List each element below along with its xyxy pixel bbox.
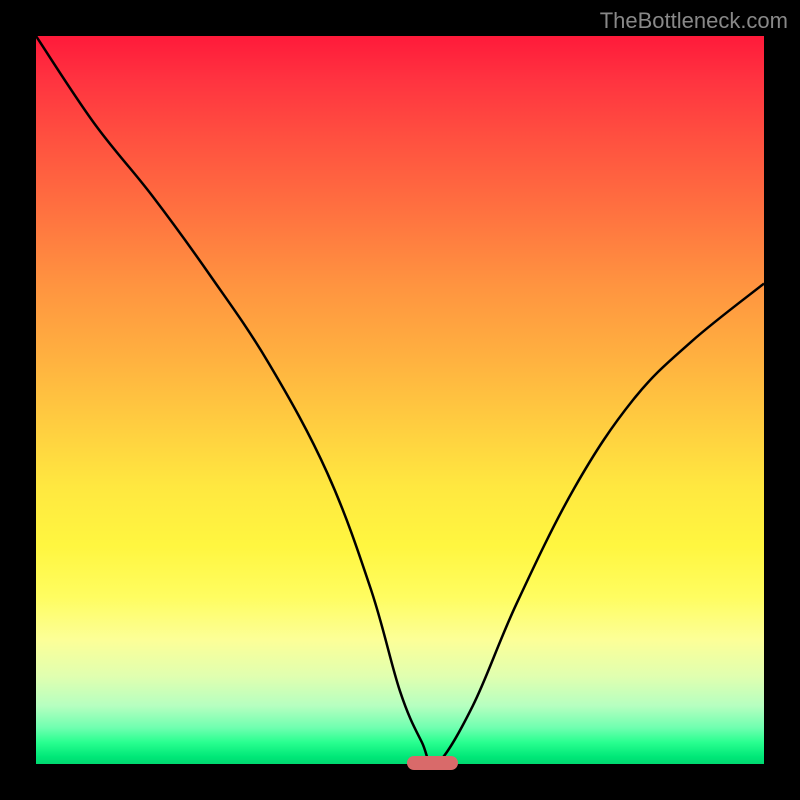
chart-plot-area: [36, 36, 764, 764]
bottleneck-curve: [36, 36, 764, 764]
watermark-label: TheBottleneck.com: [600, 8, 788, 34]
optimal-range-marker: [407, 756, 458, 770]
